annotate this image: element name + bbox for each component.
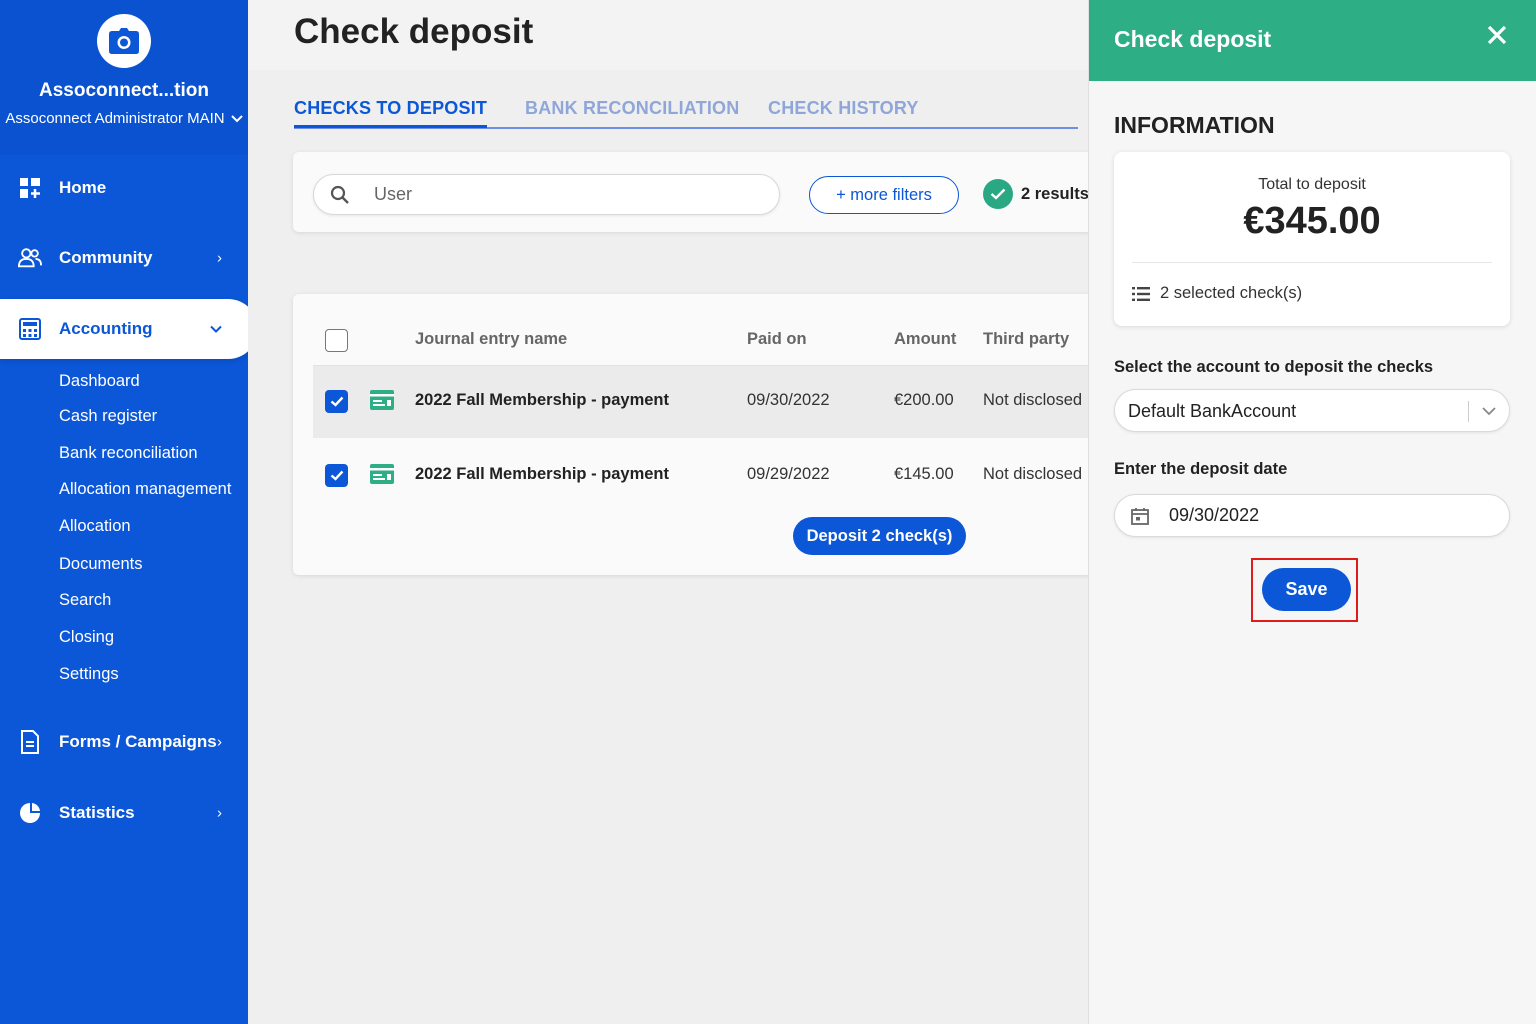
chevron-right-icon: ›: [217, 804, 222, 822]
nav-forms-campaigns[interactable]: Forms / Campaigns ›: [0, 714, 248, 770]
deposit-date-field[interactable]: [1114, 494, 1510, 537]
nav-statistics-label: Statistics: [59, 803, 135, 822]
deposit-checks-button[interactable]: Deposit 2 check(s): [793, 517, 966, 555]
row-journal-entry-name: 2022 Fall Membership - payment: [415, 391, 670, 409]
subnav-dashboard[interactable]: Dashboard: [59, 372, 140, 391]
organization-name: Assoconnect...tion: [39, 80, 209, 101]
form-icon: [18, 730, 42, 754]
organization-header: Assoconnect...tion Assoconnect Administr…: [0, 0, 248, 155]
main-content: Check deposit CHECKS TO DEPOSIT BANK REC…: [248, 0, 1093, 1024]
nav-forms-label: Forms / Campaigns: [59, 732, 217, 751]
select-all-checkbox[interactable]: [325, 329, 348, 352]
column-header-paid-on[interactable]: Paid on: [747, 330, 807, 349]
subnav-documents[interactable]: Documents: [59, 555, 142, 574]
check-deposit-panel: Check deposit INFORMATION Total to depos…: [1088, 0, 1536, 1024]
subnav-bank-reconciliation[interactable]: Bank reconciliation: [59, 444, 198, 463]
row-amount: €145.00: [894, 465, 954, 483]
row-checkbox[interactable]: [325, 464, 348, 487]
check-icon: [330, 470, 343, 481]
deposit-summary-card: Total to deposit €345.00 2 selected chec…: [1114, 152, 1510, 326]
chevron-down-icon: [230, 114, 243, 122]
user-label: Assoconnect Administrator MAIN: [5, 110, 225, 127]
row-paid-on: 09/29/2022: [747, 465, 830, 483]
close-icon: [1487, 25, 1507, 45]
subnav-cash-register[interactable]: Cash register: [59, 407, 157, 426]
information-heading: INFORMATION: [1114, 112, 1275, 138]
filter-bar: + more filters 2 results: [293, 152, 1093, 232]
row-checkbox[interactable]: [325, 390, 348, 413]
selected-checks-label: 2 selected check(s): [1160, 284, 1303, 302]
tab-bar: CHECKS TO DEPOSIT BANK RECONCILIATION CH…: [294, 94, 1078, 129]
chevron-down-icon: [210, 321, 222, 338]
checks-table: Journal entry name Paid on Amount Third …: [293, 294, 1093, 575]
nav-community-label: Community: [59, 248, 153, 267]
save-highlight-box: Save: [1251, 558, 1358, 622]
panel-header: Check deposit: [1089, 0, 1536, 81]
check-icon: [983, 179, 1013, 209]
row-amount: €200.00: [894, 391, 954, 409]
list-icon: [1132, 286, 1150, 301]
nav-community[interactable]: Community ›: [0, 230, 248, 286]
check-icon: [330, 396, 343, 407]
account-field-label: Select the account to deposit the checks: [1114, 358, 1434, 376]
column-header-journal-entry[interactable]: Journal entry name: [415, 330, 567, 349]
row-third-party: Not disclosed: [983, 391, 1083, 409]
chevron-right-icon: ›: [217, 733, 222, 751]
nav-home-label: Home: [59, 178, 107, 197]
table-row[interactable]: 2022 Fall Membership - payment 09/30/202…: [313, 366, 1093, 438]
nav-accounting[interactable]: Accounting: [0, 299, 258, 359]
user-switcher[interactable]: Assoconnect Administrator MAIN: [0, 110, 248, 127]
bank-check-icon: [370, 464, 394, 489]
deposit-date-input[interactable]: [1169, 505, 1469, 526]
search-input[interactable]: [374, 184, 734, 205]
select-separator: [1468, 401, 1469, 422]
search-icon: [330, 185, 349, 204]
tab-check-history[interactable]: CHECK HISTORY: [768, 98, 919, 119]
subnav-closing[interactable]: Closing: [59, 628, 114, 647]
nav-statistics[interactable]: Statistics ›: [0, 785, 248, 841]
bank-check-icon: [370, 390, 394, 415]
nav-accounting-label: Accounting: [59, 319, 153, 338]
total-label: Total to deposit: [1258, 176, 1366, 193]
bank-account-value: Default BankAccount: [1128, 401, 1297, 421]
total-value: €345.00: [1243, 200, 1381, 242]
bank-account-select[interactable]: Default BankAccount: [1114, 389, 1510, 432]
nav-home[interactable]: Home: [0, 160, 248, 216]
calculator-icon: [18, 317, 42, 341]
home-icon: [18, 176, 42, 200]
calendar-icon: [1131, 507, 1149, 525]
subnav-allocation[interactable]: Allocation: [59, 517, 131, 536]
results-label: 2 results: [1021, 184, 1089, 203]
tab-checks-to-deposit[interactable]: CHECKS TO DEPOSIT: [294, 98, 488, 128]
column-header-third-party[interactable]: Third party: [983, 330, 1069, 349]
camera-icon: [109, 28, 139, 54]
row-journal-entry-name: 2022 Fall Membership - payment: [415, 465, 670, 483]
pie-chart-icon: [18, 801, 42, 825]
search-field[interactable]: [313, 174, 780, 215]
subnav-settings[interactable]: Settings: [59, 665, 119, 684]
chevron-down-icon: [1482, 403, 1496, 421]
page-title: Check deposit: [294, 12, 534, 51]
more-filters-button[interactable]: + more filters: [809, 176, 959, 214]
results-count: 2 results: [983, 179, 1089, 209]
community-icon: [18, 246, 42, 270]
tab-bank-reconciliation[interactable]: BANK RECONCILIATION: [525, 98, 739, 119]
save-button[interactable]: Save: [1262, 568, 1351, 611]
subnav-allocation-management[interactable]: Allocation management: [59, 480, 231, 499]
column-header-amount[interactable]: Amount: [894, 330, 956, 349]
row-paid-on: 09/30/2022: [747, 391, 830, 409]
selected-checks-count: 2 selected check(s): [1132, 284, 1302, 303]
table-row[interactable]: 2022 Fall Membership - payment 09/29/202…: [313, 440, 1093, 512]
summary-divider: [1132, 262, 1492, 263]
sidebar: Assoconnect...tion Assoconnect Administr…: [0, 0, 258, 1024]
subnav-search[interactable]: Search: [59, 591, 111, 610]
organization-logo[interactable]: [97, 14, 151, 68]
close-button[interactable]: [1486, 24, 1508, 46]
panel-title: Check deposit: [1114, 26, 1272, 52]
date-field-label: Enter the deposit date: [1114, 460, 1288, 478]
chevron-right-icon: ›: [217, 249, 222, 267]
row-third-party: Not disclosed: [983, 465, 1083, 483]
